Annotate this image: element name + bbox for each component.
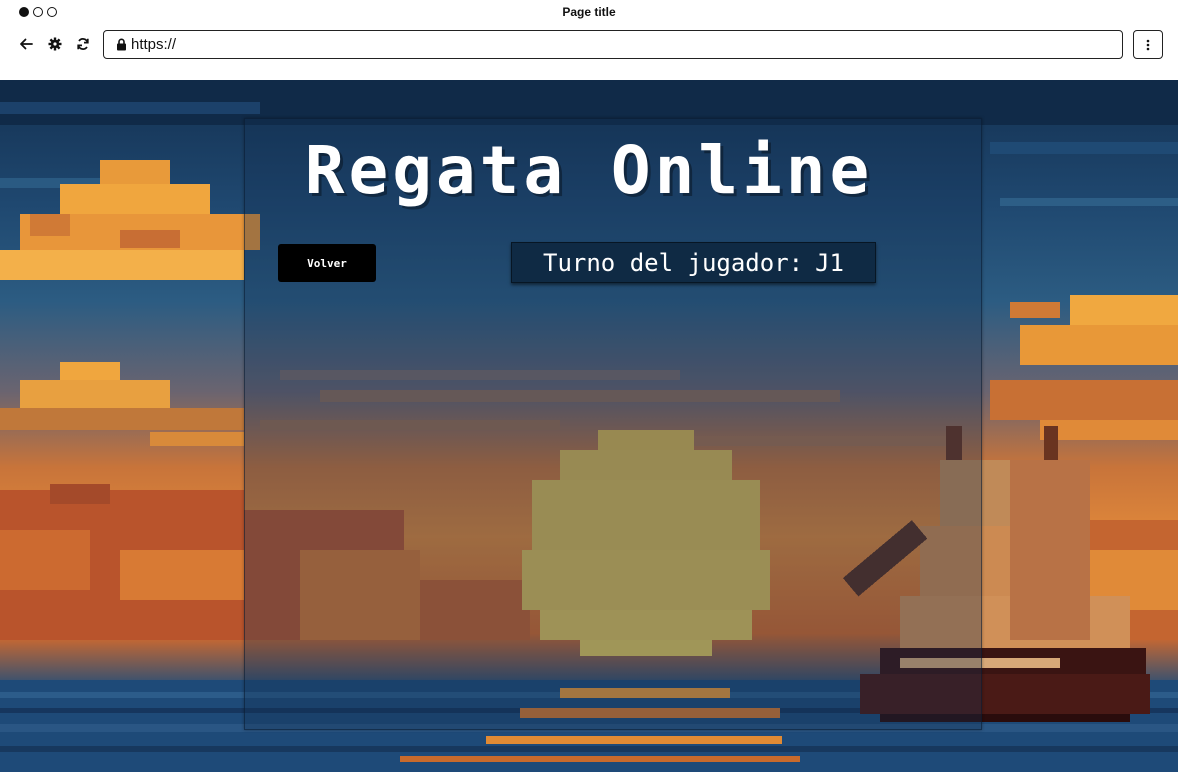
browser-chrome: Page title https://	[0, 0, 1178, 80]
reload-button[interactable]	[75, 36, 91, 52]
turn-label: Turno del jugador:	[543, 248, 804, 277]
browser-menu-button[interactable]	[1133, 30, 1163, 59]
address-bar[interactable]: https://	[103, 30, 1123, 59]
page-viewport: Regata Online Volver Turno del jugador: …	[0, 80, 1178, 772]
gear-icon	[48, 37, 62, 51]
game-title: Regata Online	[304, 132, 874, 209]
url-text: https://	[131, 36, 177, 53]
back-to-menu-button[interactable]: Volver	[278, 244, 376, 282]
arrow-left-icon	[20, 38, 33, 50]
back-button[interactable]	[18, 36, 34, 52]
game-panel	[244, 118, 982, 730]
page-title: Page title	[562, 5, 616, 19]
lock-icon	[117, 38, 126, 51]
kebab-menu-icon	[1146, 39, 1150, 50]
reload-icon	[77, 38, 89, 50]
turn-indicator: Turno del jugador: J1	[511, 242, 876, 283]
turn-player: J1	[815, 248, 844, 277]
settings-button[interactable]	[47, 36, 63, 52]
